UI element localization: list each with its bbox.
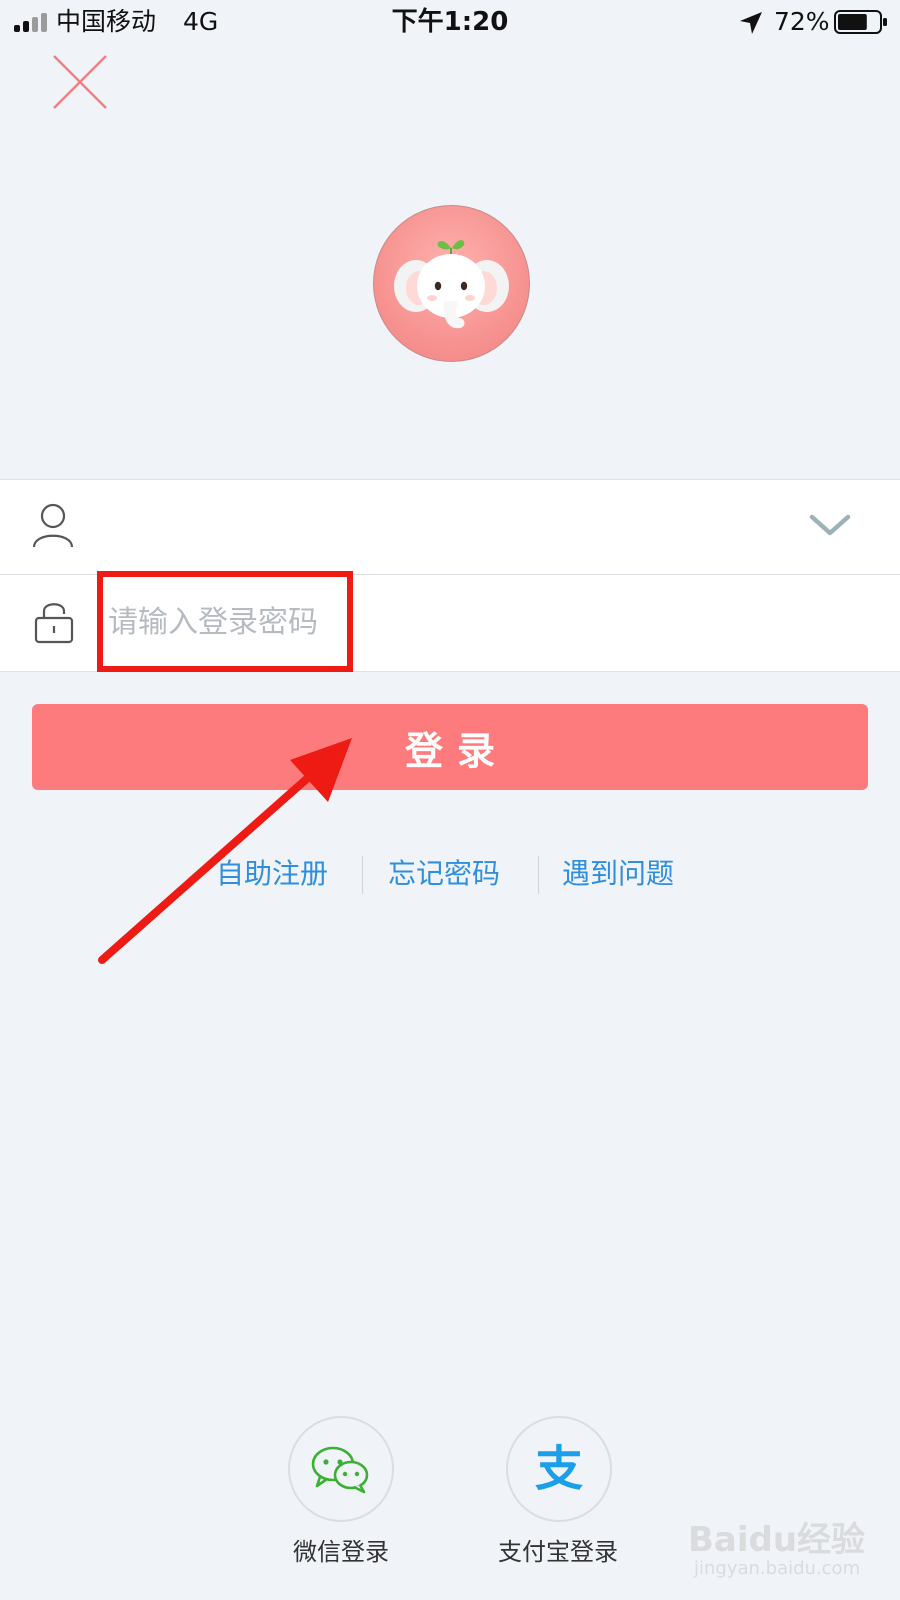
forgot-password-link[interactable]: 忘记密码 [388, 854, 500, 894]
user-icon [32, 503, 74, 548]
password-field[interactable] [108, 594, 808, 650]
wechat-icon [311, 1446, 369, 1494]
status-time: 下午1:20 [391, 7, 509, 37]
alipay-login-button[interactable]: 支 [506, 1416, 612, 1522]
wechat-login-label: 微信登录 [293, 1538, 389, 1566]
help-link[interactable]: 遇到问题 [562, 854, 674, 894]
link-separator [538, 856, 539, 894]
status-bar: 中国移动 4G 下午1:20 72% [0, 0, 900, 44]
alipay-icon: 支 [534, 1441, 583, 1497]
username-field[interactable] [108, 500, 748, 554]
login-button[interactable]: 登录 [32, 704, 868, 790]
chevron-down-icon[interactable] [808, 510, 852, 540]
avatar [373, 205, 530, 362]
lock-icon [34, 603, 74, 644]
battery-icon [834, 10, 887, 34]
close-button[interactable] [48, 50, 112, 114]
battery-percentage: 72% [774, 7, 830, 36]
watermark-logo: Baidu经验 [688, 1520, 866, 1560]
close-icon [53, 55, 107, 109]
register-link[interactable]: 自助注册 [216, 854, 328, 894]
alipay-login-label: 支付宝登录 [498, 1538, 618, 1566]
baidu-watermark: Baidu经验 jingyan.baidu.com [688, 1512, 888, 1592]
wechat-login-button[interactable] [288, 1416, 394, 1522]
location-arrow-icon [740, 12, 762, 34]
form-divider [0, 574, 900, 575]
watermark-url: jingyan.baidu.com [694, 1558, 861, 1579]
elephant-mascot-icon [394, 240, 509, 329]
link-separator [362, 856, 363, 894]
